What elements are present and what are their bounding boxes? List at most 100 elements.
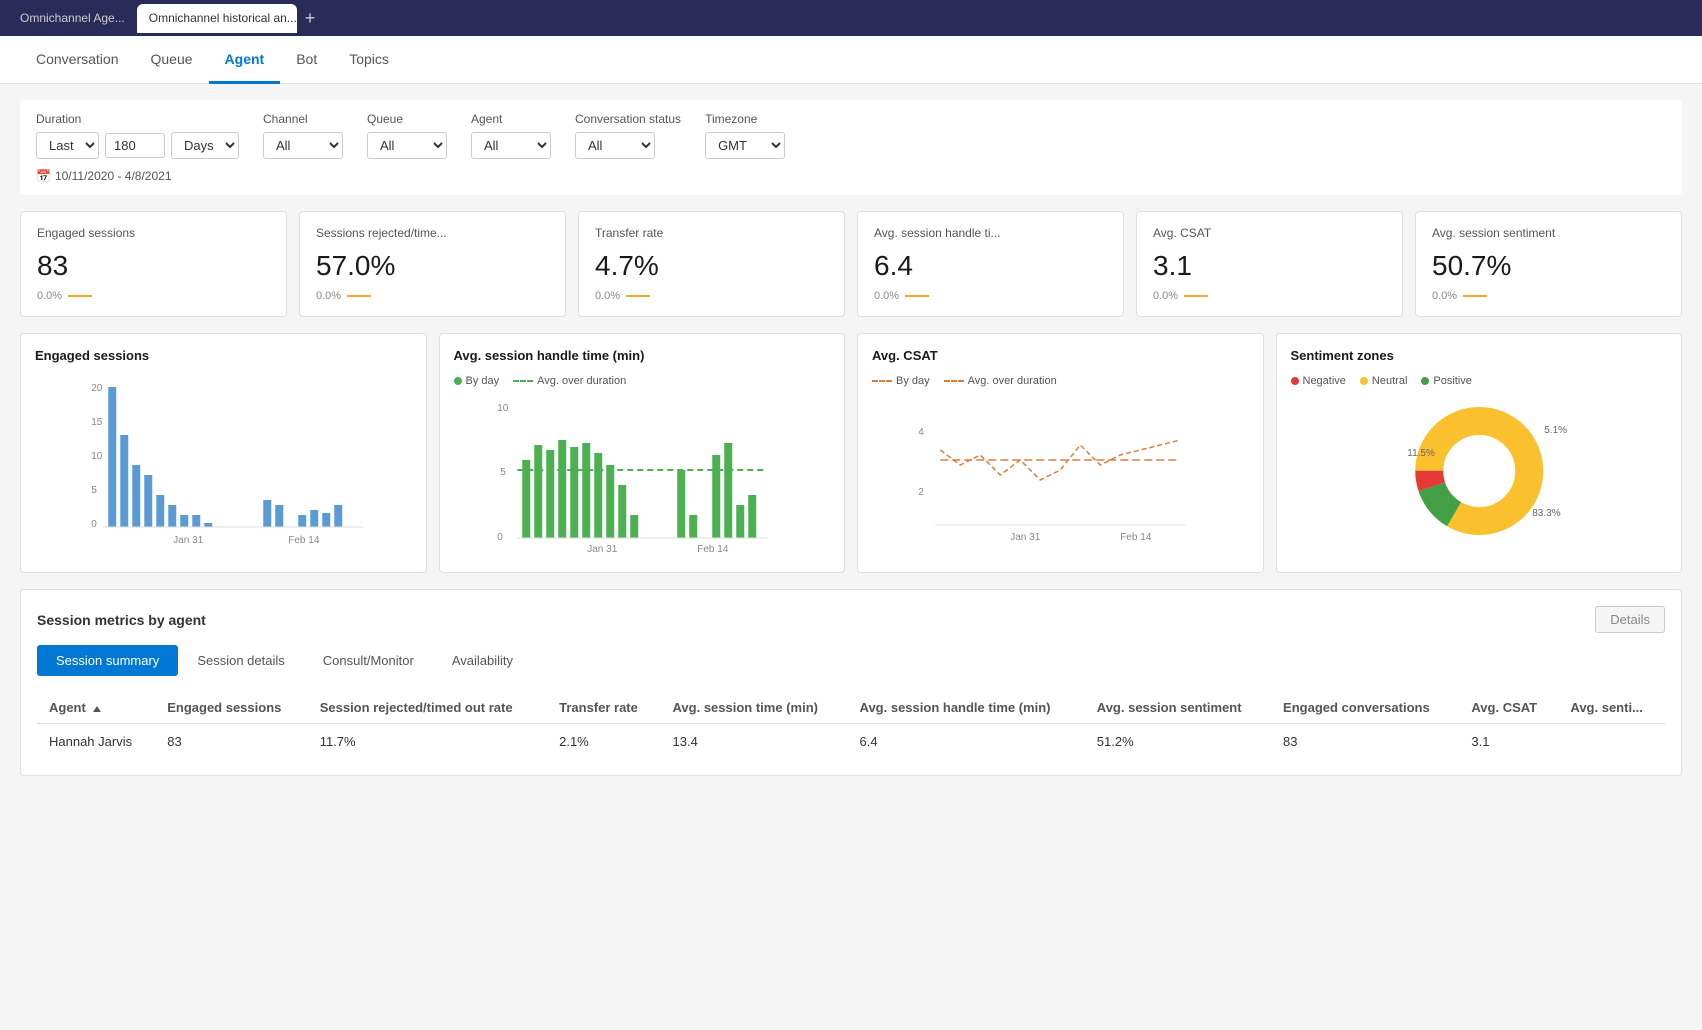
add-tab-button[interactable]: + (297, 8, 324, 29)
agent-label: Agent (471, 112, 551, 126)
kpi-avg-sentiment-value: 50.7% (1432, 250, 1665, 282)
metrics-title: Session metrics by agent (37, 612, 206, 628)
cell-rejected-rate: 11.7% (308, 724, 547, 760)
metrics-tab-summary[interactable]: Session summary (37, 645, 178, 676)
kpi-avg-handle-time-value: 6.4 (874, 250, 1107, 282)
browser-tab-2[interactable]: Omnichannel historical an... ✕ (137, 4, 297, 33)
conv-status-select[interactable]: All (575, 132, 655, 159)
duration-filter: Duration Last Days 📅 10/11/2020 - 4/8/20… (36, 112, 239, 183)
avg-csat-svg: 4 2 Jan 31 Feb 14 (872, 395, 1249, 555)
timezone-select[interactable]: GMT (705, 132, 785, 159)
avg-handle-time-chart: Avg. session handle time (min) By day Av… (439, 333, 846, 573)
cell-agent: Hannah Jarvis (37, 724, 155, 760)
kpi-avg-csat-footer: 0.0% (1153, 290, 1386, 302)
col-avg-senti: Avg. senti... (1558, 692, 1665, 724)
kpi-engaged-sessions-value: 83 (37, 250, 270, 282)
svg-text:5.1%: 5.1% (1544, 425, 1567, 436)
kpi-bar (68, 295, 92, 297)
kpi-avg-sentiment-footer: 0.0% (1432, 290, 1665, 302)
svg-text:83.3%: 83.3% (1532, 508, 1560, 519)
kpi-avg-csat-title: Avg. CSAT (1153, 226, 1386, 240)
svg-text:15: 15 (91, 417, 103, 428)
metrics-tabs: Session summary Session details Consult/… (37, 645, 1665, 676)
agent-select[interactable]: All (471, 132, 551, 159)
engaged-sessions-svg: 20 15 10 5 0 (35, 375, 412, 555)
browser-tab-2-label: Omnichannel historical an... (149, 11, 297, 25)
kpi-sessions-rejected-footer: 0.0% (316, 290, 549, 302)
sort-icon[interactable] (93, 706, 101, 712)
channel-select[interactable]: All (263, 132, 343, 159)
filters-row: Duration Last Days 📅 10/11/2020 - 4/8/20… (20, 100, 1682, 195)
duration-unit-select[interactable]: Days (171, 132, 239, 159)
svg-text:10: 10 (91, 451, 103, 462)
kpi-sessions-rejected: Sessions rejected/time... 57.0% 0.0% (299, 211, 566, 317)
cell-engaged-sessions: 83 (155, 724, 307, 760)
cell-avg-sentiment: 51.2% (1085, 724, 1271, 760)
col-agent: Agent (37, 692, 155, 724)
channel-label: Channel (263, 112, 343, 126)
duration-value-input[interactable] (105, 133, 165, 158)
sentiment-donut-svg: 5.1% 11.5% 83.3% (1291, 391, 1668, 541)
kpi-avg-handle-time: Avg. session handle ti... 6.4 0.0% (857, 211, 1124, 317)
queue-select[interactable]: All (367, 132, 447, 159)
svg-text:Feb 14: Feb 14 (1120, 532, 1152, 543)
svg-text:Jan 31: Jan 31 (173, 535, 203, 546)
svg-text:0: 0 (91, 519, 97, 530)
svg-text:Feb 14: Feb 14 (288, 535, 320, 546)
metrics-header: Session metrics by agent Details (37, 606, 1665, 633)
csat-by-day-dash (872, 380, 892, 382)
date-range-text: 10/11/2020 - 4/8/2021 (55, 169, 172, 183)
cell-engaged-conversations: 83 (1271, 724, 1459, 760)
col-avg-session-time: Avg. session time (min) (661, 692, 848, 724)
nav-tab-bot[interactable]: Bot (280, 37, 333, 84)
duration-prefix-select[interactable]: Last (36, 132, 99, 159)
avg-csat-legend: By day Avg. over duration (872, 375, 1249, 387)
table-row: Hannah Jarvis 83 11.7% 2.1% 13.4 6.4 51.… (37, 724, 1665, 760)
svg-text:Feb 14: Feb 14 (697, 544, 729, 555)
nav-tab-queue[interactable]: Queue (135, 37, 209, 84)
avg-handle-time-svg: 10 5 0 (454, 395, 831, 555)
sentiment-zones-chart: Sentiment zones Negative Neutral Posi (1276, 333, 1683, 573)
cell-avg-session-time: 13.4 (661, 724, 848, 760)
csat-avg-duration-dash (944, 380, 964, 382)
kpi-row: Engaged sessions 83 0.0% Sessions reject… (20, 211, 1682, 317)
metrics-tab-availability[interactable]: Availability (433, 645, 532, 676)
channel-filter: Channel All (263, 112, 343, 159)
nav-tab-conversation[interactable]: Conversation (20, 37, 135, 84)
table-header-row: Agent Engaged sessions Session rejected/… (37, 692, 1665, 724)
metrics-tab-consult[interactable]: Consult/Monitor (304, 645, 433, 676)
engaged-sessions-chart-title: Engaged sessions (35, 348, 412, 363)
avg-handle-time-legend: By day Avg. over duration (454, 375, 831, 387)
kpi-engaged-sessions: Engaged sessions 83 0.0% (20, 211, 287, 317)
col-avg-csat: Avg. CSAT (1459, 692, 1558, 724)
svg-text:Jan 31: Jan 31 (1010, 532, 1040, 543)
nav-tab-agent[interactable]: Agent (209, 37, 281, 84)
metrics-tab-details[interactable]: Session details (178, 645, 303, 676)
browser-tab-1-label: Omnichannel Age... (20, 11, 125, 25)
session-metrics-table: Agent Engaged sessions Session rejected/… (37, 692, 1665, 759)
conv-status-label: Conversation status (575, 112, 681, 126)
svg-text:11.5%: 11.5% (1407, 448, 1435, 459)
queue-label: Queue (367, 112, 447, 126)
browser-tab-1[interactable]: Omnichannel Age... (8, 5, 137, 31)
kpi-avg-sentiment: Avg. session sentiment 50.7% 0.0% (1415, 211, 1682, 317)
kpi-avg-handle-time-title: Avg. session handle ti... (874, 226, 1107, 240)
cell-transfer-rate: 2.1% (547, 724, 660, 760)
legend-by-day: By day (454, 375, 500, 387)
nav-tab-topics[interactable]: Topics (333, 37, 405, 84)
charts-row: Engaged sessions 20 15 10 5 0 (20, 333, 1682, 573)
date-range: 📅 10/11/2020 - 4/8/2021 (36, 169, 239, 183)
col-engaged-sessions: Engaged sessions (155, 692, 307, 724)
svg-text:Jan 31: Jan 31 (587, 544, 617, 555)
kpi-engaged-sessions-title: Engaged sessions (37, 226, 270, 240)
cell-avg-handle-time: 6.4 (848, 724, 1085, 760)
kpi-engaged-sessions-footer: 0.0% (37, 290, 270, 302)
col-rejected-rate: Session rejected/timed out rate (308, 692, 547, 724)
agent-filter: Agent All (471, 112, 551, 159)
engaged-sessions-chart: Engaged sessions 20 15 10 5 0 (20, 333, 427, 573)
svg-text:5: 5 (500, 467, 506, 478)
kpi-transfer-rate: Transfer rate 4.7% 0.0% (578, 211, 845, 317)
kpi-transfer-rate-title: Transfer rate (595, 226, 828, 240)
details-button[interactable]: Details (1595, 606, 1665, 633)
col-engaged-conversations: Engaged conversations (1271, 692, 1459, 724)
